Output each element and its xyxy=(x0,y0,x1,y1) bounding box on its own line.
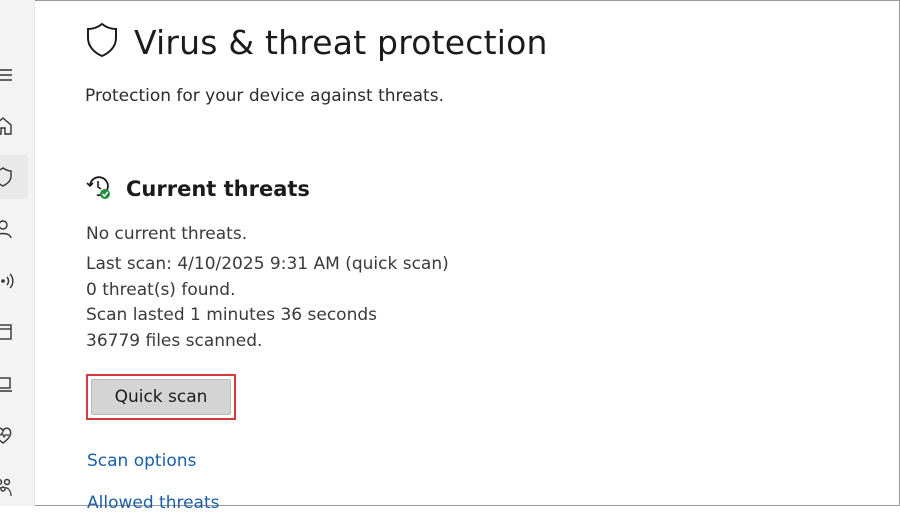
shield-icon xyxy=(86,22,118,62)
network-icon[interactable] xyxy=(0,268,26,294)
status-files-scanned: 36779 files scanned. xyxy=(86,331,263,351)
page-title-text: Virus & threat protection xyxy=(134,22,548,62)
device-security-icon[interactable] xyxy=(0,371,26,397)
page-subtitle: Protection for your device against threa… xyxy=(85,86,444,106)
current-threats-heading: Current threats xyxy=(86,174,310,204)
quick-scan-highlight: Quick scan xyxy=(86,374,236,420)
history-check-icon xyxy=(86,174,112,204)
shield-icon[interactable] xyxy=(0,155,28,199)
window-frame xyxy=(0,0,900,506)
app-browser-icon[interactable] xyxy=(0,319,26,345)
quick-scan-button[interactable]: Quick scan xyxy=(91,379,231,415)
home-icon[interactable] xyxy=(0,113,26,139)
account-icon[interactable] xyxy=(0,216,26,242)
scan-options-link[interactable]: Scan options xyxy=(87,451,196,471)
menu-icon[interactable] xyxy=(0,62,26,88)
status-last-scan: Last scan: 4/10/2025 9:31 AM (quick scan… xyxy=(86,254,449,274)
allowed-threats-link[interactable]: Allowed threats xyxy=(87,493,220,513)
sidebar xyxy=(0,0,35,506)
page-title: Virus & threat protection xyxy=(86,22,548,62)
health-icon[interactable] xyxy=(0,422,26,448)
status-scan-duration: Scan lasted 1 minutes 36 seconds xyxy=(86,305,378,325)
family-icon[interactable] xyxy=(0,474,26,500)
status-threats-found: 0 threat(s) found. xyxy=(86,280,236,300)
current-threats-title: Current threats xyxy=(126,177,310,201)
status-no-threats: No current threats. xyxy=(86,224,248,244)
